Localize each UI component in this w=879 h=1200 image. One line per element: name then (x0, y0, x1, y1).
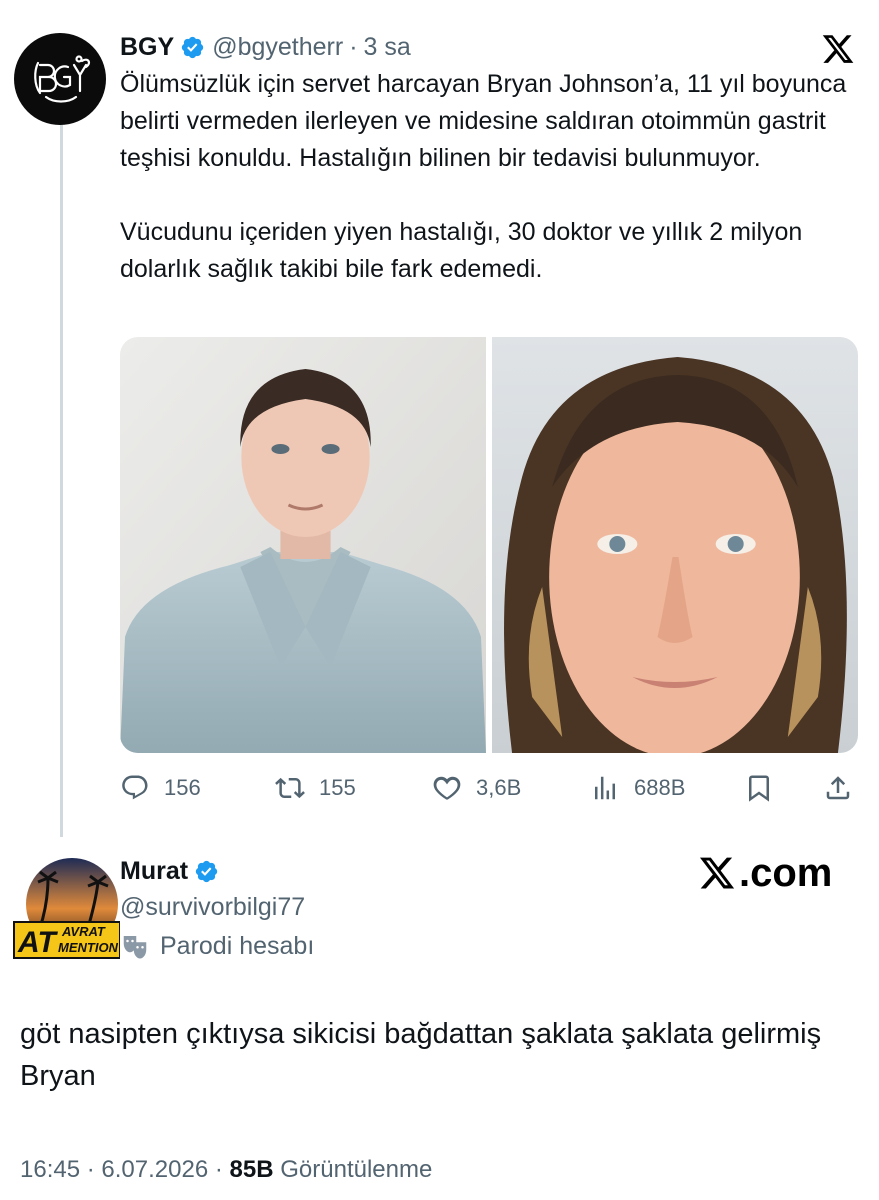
author-handle[interactable]: @bgyetherr (212, 33, 343, 62)
author-name[interactable]: BGY (120, 33, 174, 62)
portrait-photo-right (492, 337, 858, 753)
x-com-watermark: .com (697, 850, 832, 896)
parody-label-row: Parodi hesabı (120, 929, 314, 963)
bookmark-action[interactable] (744, 773, 774, 803)
watermark-text: .com (739, 850, 833, 895)
avatar-top-text: AVRAT (61, 924, 106, 939)
views-count: 85B (229, 1156, 274, 1183)
views-count: 688B (634, 775, 686, 800)
murat-avatar[interactable]: AT AVRAT MENTION (12, 858, 121, 962)
reply-author-row: Murat (120, 854, 226, 888)
avatar-at-text: AT (17, 926, 58, 959)
media-photo-right[interactable] (492, 337, 858, 753)
analytics-icon (595, 776, 615, 800)
portrait-photo-left (120, 337, 486, 753)
repost-count: 155 (319, 775, 356, 800)
separator-dot: · (349, 32, 358, 61)
x-logo-icon (822, 35, 854, 63)
original-tweet-text: Ölümsüzlük için servet harcayan Bryan Jo… (120, 66, 855, 288)
media-photo-left[interactable] (120, 337, 486, 753)
tweet-time-ago[interactable]: 3 sa (364, 33, 411, 62)
reply-count: 156 (164, 775, 201, 800)
heart-icon (433, 776, 461, 800)
bgy-logo-icon (34, 55, 91, 103)
tweet-paragraph: Vücudunu içeriden yiyen hastalığı, 30 do… (120, 218, 803, 283)
reply-author-name[interactable]: Murat (120, 857, 188, 886)
avatar-sub-text: MENTION (58, 940, 119, 955)
parody-mask-icon (123, 936, 147, 959)
separator-dot: · (86, 1156, 102, 1183)
repost-action[interactable]: 155 (275, 773, 356, 803)
views-action[interactable]: 688B (590, 773, 685, 803)
repost-icon (275, 777, 305, 799)
share-action[interactable] (823, 773, 853, 803)
reply-tweet-meta: 16:45 · 6.07.2026 · 85B Görüntülenme (20, 1156, 432, 1184)
thread-connector-line (60, 112, 63, 837)
separator-dot: · (214, 1156, 230, 1183)
share-icon (826, 776, 850, 800)
reply-icon (122, 775, 148, 800)
bgy-avatar[interactable] (14, 33, 106, 125)
verified-badge-icon (182, 36, 204, 58)
murat-avatar-image: AT AVRAT MENTION (13, 858, 121, 959)
reply-tweet-text: göt nasipten çıktıysa sikicisi bağdattan… (20, 1018, 822, 1092)
original-tweet-header: BGY @bgyetherr · 3 sa (120, 30, 411, 64)
x-logo-icon (699, 857, 735, 889)
parody-label: Parodi hesabı (160, 931, 315, 960)
tweet-media-grid[interactable] (120, 337, 858, 753)
verified-badge-icon (195, 860, 218, 882)
views-label: Görüntülenme (280, 1156, 433, 1183)
reply-author-handle[interactable]: @survivorbilgi77 (120, 890, 305, 924)
bookmark-icon (749, 775, 769, 802)
like-action[interactable]: 3,6B (432, 773, 521, 803)
tweet-date[interactable]: 6.07.2026 (101, 1156, 208, 1183)
like-count: 3,6B (476, 775, 522, 800)
tweet-paragraph: Ölümsüzlük için servet harcayan Bryan Jo… (120, 70, 847, 172)
reply-action[interactable]: 156 (120, 773, 201, 803)
tweet-action-bar: 156 155 3,6B 688B (120, 768, 858, 808)
tweet-time[interactable]: 16:45 (20, 1156, 80, 1183)
